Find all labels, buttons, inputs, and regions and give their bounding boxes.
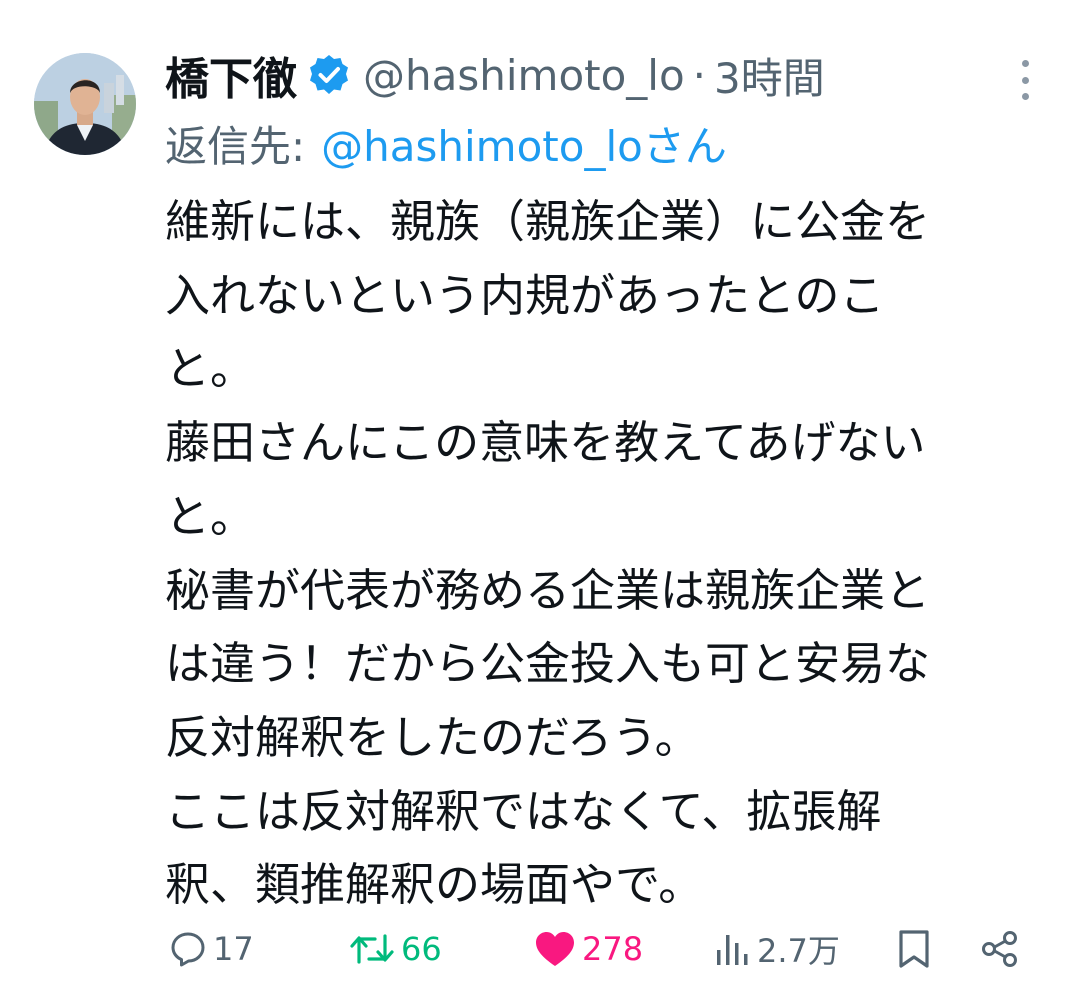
reply-count: 17 bbox=[213, 930, 254, 968]
share-button[interactable] bbox=[980, 918, 1020, 980]
action-bar: 17 66 278 2.7万 bbox=[165, 918, 1040, 980]
tweet-text-line: 維新には、親族（親族企業）に公金を bbox=[165, 195, 931, 248]
verified-badge-icon bbox=[307, 53, 351, 97]
reply-context: 返信先: @hashimoto_loさん bbox=[165, 112, 727, 174]
avatar[interactable] bbox=[34, 53, 136, 155]
like-button[interactable]: 278 bbox=[534, 918, 643, 980]
tweet-text-line: ここは反対解釈ではなくて、拡張解 bbox=[165, 784, 882, 838]
heart-icon bbox=[534, 930, 576, 968]
reply-to-link[interactable]: @hashimoto_loさん bbox=[321, 113, 727, 174]
views-button[interactable]: 2.7万 bbox=[713, 918, 840, 980]
share-icon bbox=[980, 929, 1020, 969]
retweet-count: 66 bbox=[401, 930, 442, 968]
author-name[interactable]: 橋下徹 bbox=[165, 43, 297, 107]
tweet-header: 橋下徹 @hashimoto_lo · 3時間 bbox=[165, 42, 1025, 108]
tweet-text-line: 入れないという内規があったとのこ bbox=[165, 268, 885, 322]
views-count: 2.7万 bbox=[757, 932, 840, 970]
more-vertical-icon[interactable] bbox=[1014, 60, 1036, 100]
tweet: 橋下徹 @hashimoto_lo · 3時間 返信先: @hashimoto_… bbox=[0, 0, 1080, 996]
reply-icon bbox=[169, 930, 207, 968]
tweet-text: 維新には、親族（親族企業）に公金を 入れないという内規があったとのこ と。 藤田… bbox=[165, 185, 1045, 922]
meta-separator: · bbox=[692, 50, 707, 100]
tweet-text-line: と。 bbox=[165, 489, 256, 543]
reply-prefix: 返信先: bbox=[165, 121, 306, 171]
views-icon bbox=[713, 930, 751, 968]
reply-button[interactable]: 17 bbox=[169, 918, 254, 980]
author-handle[interactable]: @hashimoto_lo bbox=[363, 51, 685, 100]
tweet-text-line: と。 bbox=[165, 342, 256, 396]
tweet-text-line: 秘書が代表が務める企業は親族企業と bbox=[165, 563, 931, 617]
bookmark-icon bbox=[896, 929, 932, 969]
retweet-icon bbox=[349, 930, 395, 968]
tweet-text-line: 藤田さんにこの意味を教えてあげない bbox=[165, 416, 926, 470]
tweet-text-line: 反対解釈をしたのだろう。 bbox=[165, 710, 700, 764]
tweet-text-line: は違う！だから公金投入も可と安易な bbox=[165, 637, 931, 691]
tweet-text-line: 釈、類推解釈の場面やで。 bbox=[165, 858, 704, 912]
timestamp[interactable]: 3時間 bbox=[714, 45, 825, 106]
bookmark-button[interactable] bbox=[896, 918, 932, 980]
like-count: 278 bbox=[582, 930, 644, 968]
retweet-button[interactable]: 66 bbox=[349, 918, 442, 980]
